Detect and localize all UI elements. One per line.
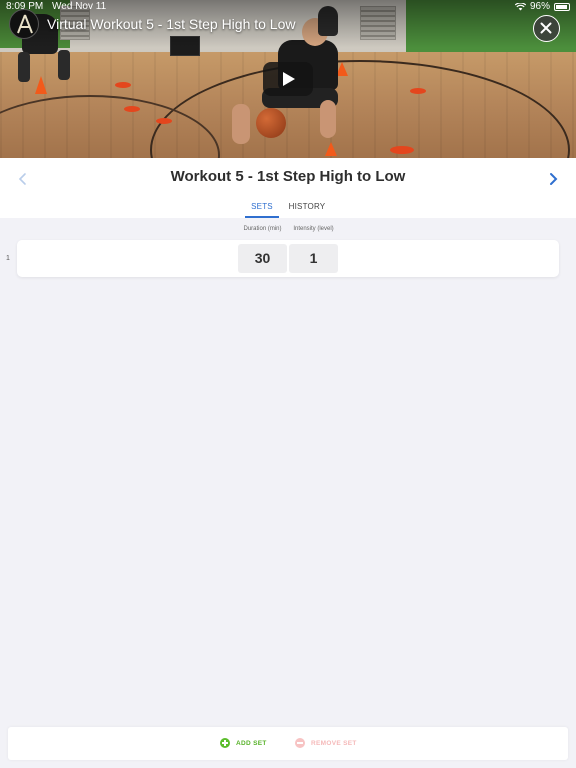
remove-icon [295,738,305,748]
floor-spot [124,106,140,112]
floor-spot [156,118,172,124]
player-figure [232,104,250,144]
tab-history[interactable]: HISTORY [288,202,326,211]
floor-spot [410,88,426,94]
floor-spot [390,146,414,154]
status-indicators: 96% [514,1,570,12]
close-icon [540,22,552,34]
battery-percent: 96% [529,1,550,12]
bottom-action-bar: ADD SET REMOVE SET [8,727,568,760]
add-set-label: ADD SET [236,739,267,747]
video-title: Virtual Workout 5 - 1st Step High to Low [47,16,296,32]
player-figure [320,100,336,138]
chevron-right-icon[interactable] [542,168,564,190]
play-icon [283,72,295,86]
cone [35,76,47,94]
wifi-icon [514,2,526,10]
add-icon [220,738,230,748]
set-row [17,240,559,277]
workout-header: Workout 5 - 1st Step High to Low [0,158,576,198]
add-set-button[interactable]: ADD SET [220,738,267,748]
tab-active-indicator [245,216,279,218]
floor-spot [115,82,131,88]
remove-set-button[interactable]: REMOVE SET [295,738,357,748]
channel-logo-icon[interactable] [9,9,39,39]
basketball [256,108,286,138]
duration-input[interactable]: 30 [238,244,287,273]
tab-sets[interactable]: SETS [245,202,279,211]
column-header-duration: Duration (min) [243,226,282,232]
player-figure [18,52,30,82]
column-header-intensity: Intensity (level) [293,226,334,232]
intensity-input[interactable]: 1 [289,244,338,273]
player-figure [58,50,70,80]
status-bar: 8:09 PM Wed Nov 11 96% [0,0,576,14]
video-player[interactable]: 8:09 PM Wed Nov 11 96% Virtual Workout 5… [0,0,576,158]
play-button[interactable] [263,62,313,96]
set-index: 1 [6,255,10,262]
battery-icon [554,2,570,11]
status-date-text: Wed Nov 11 [52,1,107,12]
remove-set-label: REMOVE SET [311,739,357,747]
cone [325,142,337,156]
tab-bar: SETS HISTORY [0,198,576,218]
logo-mark-icon [17,14,33,34]
close-button[interactable] [533,15,560,42]
page-title: Workout 5 - 1st Step High to Low [170,168,406,185]
